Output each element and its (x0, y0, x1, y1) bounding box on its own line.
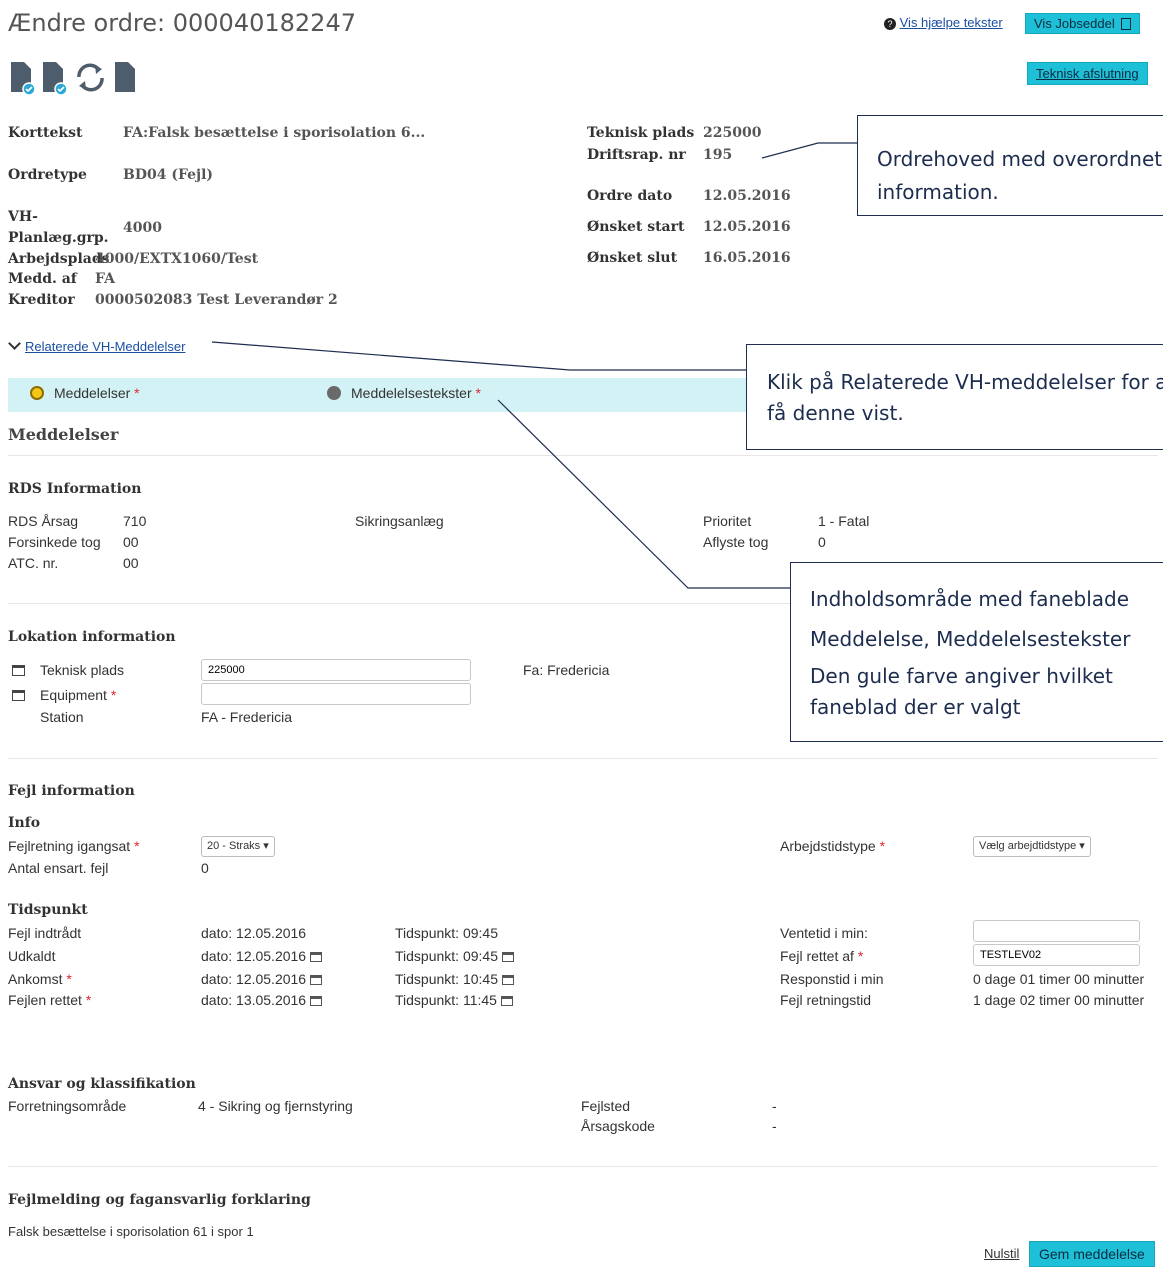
callout-text: Den gule farve angiver hvilket faneblad … (810, 664, 1113, 719)
callout-text: Meddelelse, Meddelelsestekster (810, 627, 1131, 651)
callout-content-area: Indholdsområde med faneblade Meddelelse,… (790, 562, 1163, 742)
callout-text: Indholdsområde med faneblade (810, 587, 1130, 611)
callout-text: Ordrehoved med overordnet information. (877, 147, 1163, 204)
callout-order-header: Ordrehoved med overordnet information. (857, 115, 1163, 216)
callout-text: Klik på Relaterede VH-meddelelser for at… (767, 370, 1163, 425)
callout-related: Klik på Relaterede VH-meddelelser for at… (746, 344, 1163, 450)
